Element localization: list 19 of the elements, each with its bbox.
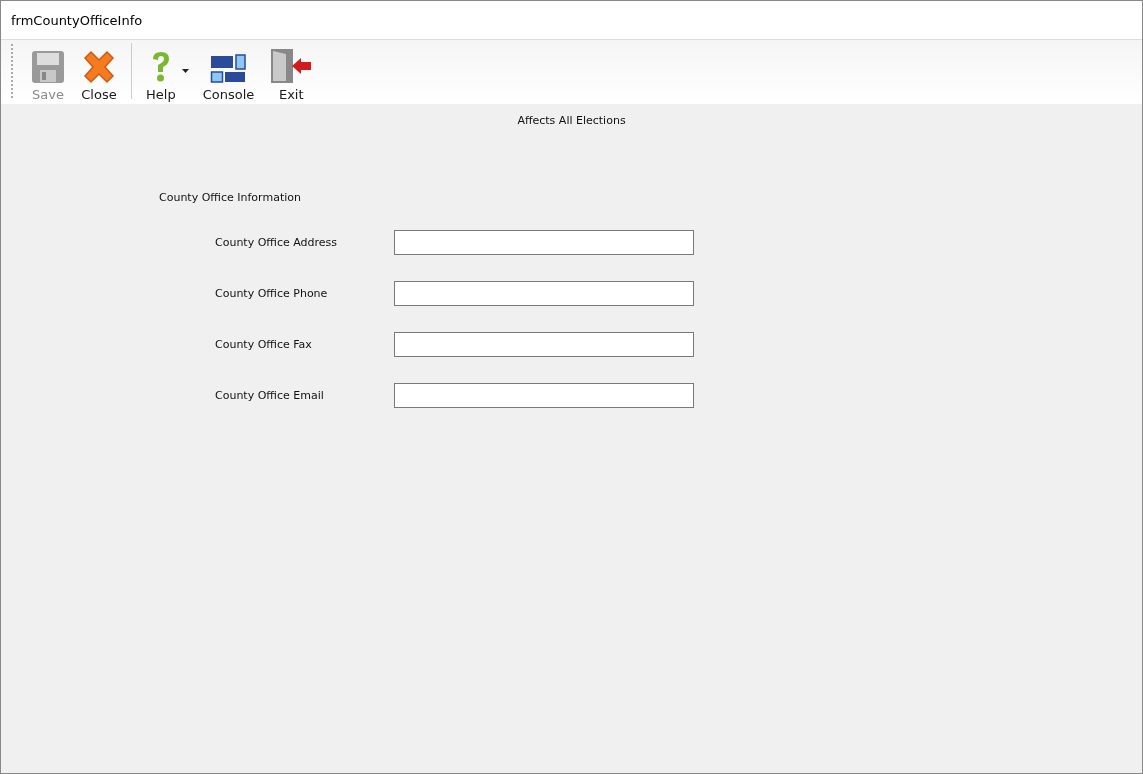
input-field[interactable] bbox=[394, 383, 694, 408]
field-label: County Office Email bbox=[215, 389, 325, 402]
input-field[interactable] bbox=[394, 230, 694, 255]
window-title: frmCountyOfficeInfo bbox=[11, 12, 143, 28]
input-field[interactable] bbox=[394, 281, 694, 306]
caret-icon[interactable] bbox=[181, 69, 189, 73]
field-label: County Office Phone bbox=[215, 287, 329, 300]
input-field[interactable] bbox=[394, 332, 694, 357]
notice-text: Affects All Elections bbox=[517, 114, 626, 127]
close-button[interactable]: Close bbox=[75, 50, 123, 102]
door-arrow-icon bbox=[270, 48, 313, 84]
help-button[interactable]: Help bbox=[140, 50, 182, 102]
field-label: County Office Fax bbox=[215, 338, 313, 351]
exit-button[interactable]: Exit bbox=[264, 48, 319, 102]
field-label: County Office Address bbox=[215, 236, 339, 249]
console-button[interactable]: Console bbox=[196, 54, 261, 102]
panels-icon bbox=[210, 54, 247, 84]
close-icon bbox=[81, 50, 117, 84]
section-title: County Office Information bbox=[159, 191, 302, 204]
